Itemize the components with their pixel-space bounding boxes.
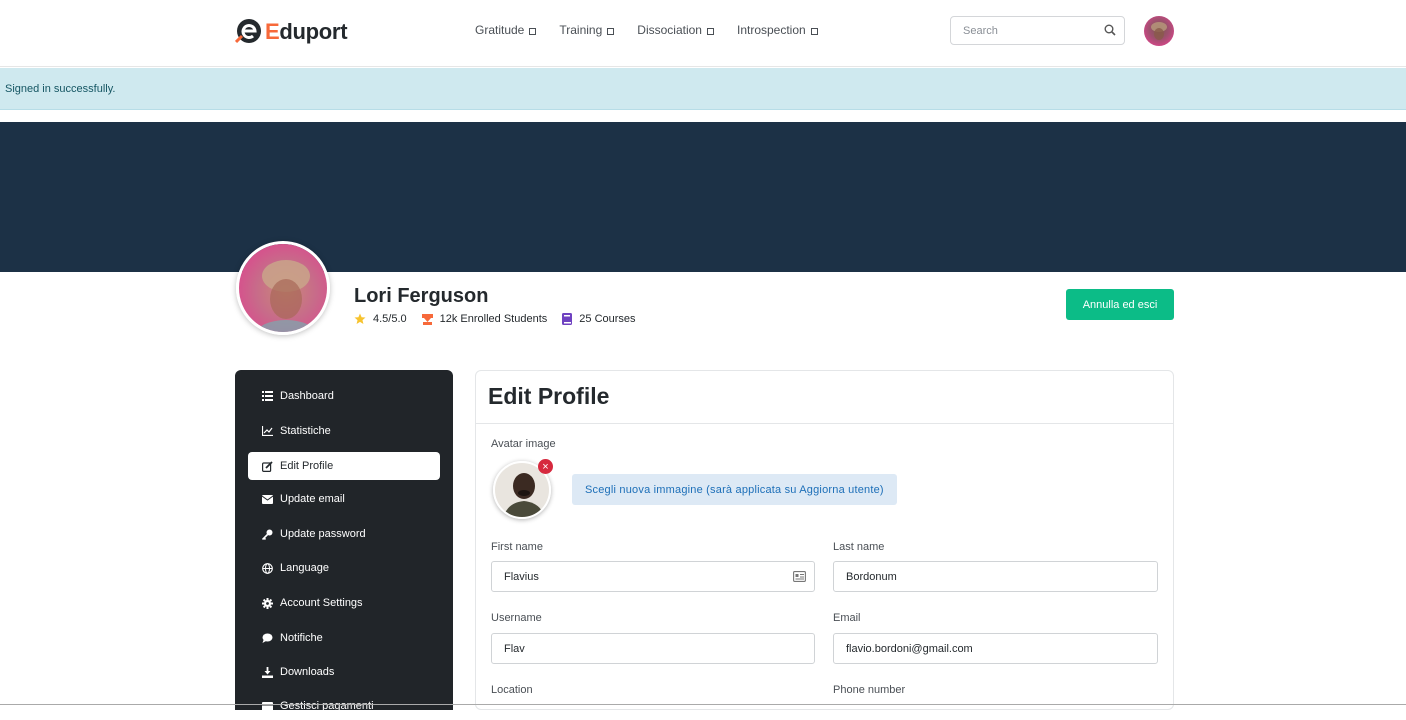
email-label: Email [833, 612, 861, 624]
email-field[interactable]: flavio.bordoni@gmail.com [833, 633, 1158, 664]
search-input[interactable] [951, 24, 1096, 37]
main-nav: Gratitude Training Dissociation Introspe… [475, 23, 841, 37]
rating-stat: 4.5/5.0 [354, 313, 407, 325]
globe-icon [261, 562, 273, 574]
search-icon[interactable] [1104, 24, 1116, 36]
sidebar-item-label: Update password [280, 528, 366, 540]
sidebar-item-dashboard[interactable]: Dashboard [248, 382, 440, 410]
chart-line-icon [261, 425, 273, 437]
search-box [950, 16, 1125, 45]
sidebar-item-label: Notifiche [280, 632, 323, 644]
sidebar-item-label: Language [280, 562, 329, 574]
graduate-icon [421, 313, 433, 325]
location-label: Location [491, 684, 533, 696]
profile-banner [0, 122, 1406, 272]
logo-text: Eduport [265, 18, 348, 44]
dropdown-icon [706, 27, 714, 35]
students-value: 12k Enrolled Students [439, 313, 548, 325]
sidebar: Dashboard Statistiche Edit Profile Updat… [235, 370, 453, 712]
card-header: Edit Profile [476, 371, 1173, 424]
sidebar-item-account-settings[interactable]: Account Settings [248, 589, 440, 617]
nav-item-gratitude[interactable]: Gratitude [475, 23, 537, 37]
chat-icon [261, 632, 273, 644]
sidebar-item-edit-profile[interactable]: Edit Profile [248, 452, 440, 480]
courses-value: 25 Courses [579, 313, 636, 325]
top-navbar: Eduport Gratitude Training Dissociation … [0, 0, 1406, 67]
logo-text-rest: duport [279, 18, 348, 44]
rating-value: 4.5/5.0 [373, 313, 407, 325]
sidebar-item-label: Statistiche [280, 425, 331, 437]
profile-name: Lori Ferguson [354, 285, 489, 307]
sidebar-item-statistiche[interactable]: Statistiche [248, 417, 440, 445]
sidebar-item-label: Dashboard [280, 390, 334, 402]
dropdown-icon [529, 27, 537, 35]
key-icon [261, 528, 273, 540]
phone-label: Phone number [833, 684, 906, 696]
students-stat: 12k Enrolled Students [421, 313, 548, 325]
profile-avatar [236, 241, 330, 335]
last-name-field[interactable]: Bordonum [833, 561, 1158, 592]
dropdown-icon [607, 27, 615, 35]
sidebar-item-language[interactable]: Language [248, 554, 440, 582]
star-icon [354, 313, 366, 324]
nav-item-label: Introspection [736, 23, 806, 37]
card-title: Edit Profile [488, 383, 610, 409]
remove-avatar-icon[interactable]: × [538, 459, 553, 474]
dropdown-icon [810, 27, 818, 35]
first-name-field[interactable]: Flavius [491, 561, 815, 592]
sidebar-item-label: Downloads [280, 666, 335, 678]
profile-avatar-image [239, 244, 327, 332]
username-value: Flav [504, 642, 525, 655]
nav-item-label: Dissociation [637, 23, 702, 37]
last-name-label: Last name [833, 541, 885, 553]
edit-icon [261, 460, 273, 472]
sidebar-item-label: Account Settings [280, 597, 363, 609]
contact-card-icon[interactable] [793, 571, 806, 582]
list-icon [261, 390, 273, 402]
envelope-icon [261, 493, 273, 505]
book-icon [562, 313, 573, 325]
nav-item-introspection[interactable]: Introspection [737, 23, 818, 37]
alert-message: Signed in successfully. [5, 83, 116, 95]
success-alert: Signed in successfully. [0, 68, 1406, 110]
sidebar-item-label: Update email [280, 493, 345, 505]
first-name-value: Flavius [504, 570, 539, 583]
sidebar-item-update-email[interactable]: Update email [248, 485, 440, 513]
nav-item-label: Gratitude [475, 23, 525, 37]
sidebar-item-update-password[interactable]: Update password [248, 520, 440, 548]
username-field[interactable]: Flav [491, 633, 815, 664]
nav-item-label: Training [559, 23, 603, 37]
email-value: flavio.bordoni@gmail.com [846, 642, 973, 655]
sidebar-item-downloads[interactable]: Downloads [248, 658, 440, 686]
first-name-label: First name [491, 541, 543, 553]
avatar-label: Avatar image [491, 438, 556, 450]
nav-item-training[interactable]: Training [559, 23, 615, 37]
sidebar-item-notifiche[interactable]: Notifiche [248, 624, 440, 652]
last-name-value: Bordonum [846, 570, 897, 583]
avatar-image [1144, 16, 1174, 46]
exit-button[interactable]: Annulla ed esci [1066, 289, 1174, 320]
gear-icon [261, 597, 273, 609]
download-icon [261, 666, 273, 678]
edit-profile-card: Edit Profile Avatar image × Scegli nuova… [475, 370, 1174, 710]
user-avatar[interactable] [1144, 16, 1174, 46]
choose-image-button[interactable]: Scegli nuova immagine (sarà applicata su… [572, 474, 897, 505]
brand-logo[interactable]: Eduport [235, 18, 348, 45]
nav-item-dissociation[interactable]: Dissociation [637, 23, 714, 37]
courses-stat: 25 Courses [562, 313, 636, 325]
username-label: Username [491, 612, 542, 624]
profile-stats: 4.5/5.0 12k Enrolled Students 25 Courses [354, 313, 651, 325]
sidebar-item-label: Edit Profile [280, 460, 334, 472]
logo-e-icon [235, 19, 261, 44]
